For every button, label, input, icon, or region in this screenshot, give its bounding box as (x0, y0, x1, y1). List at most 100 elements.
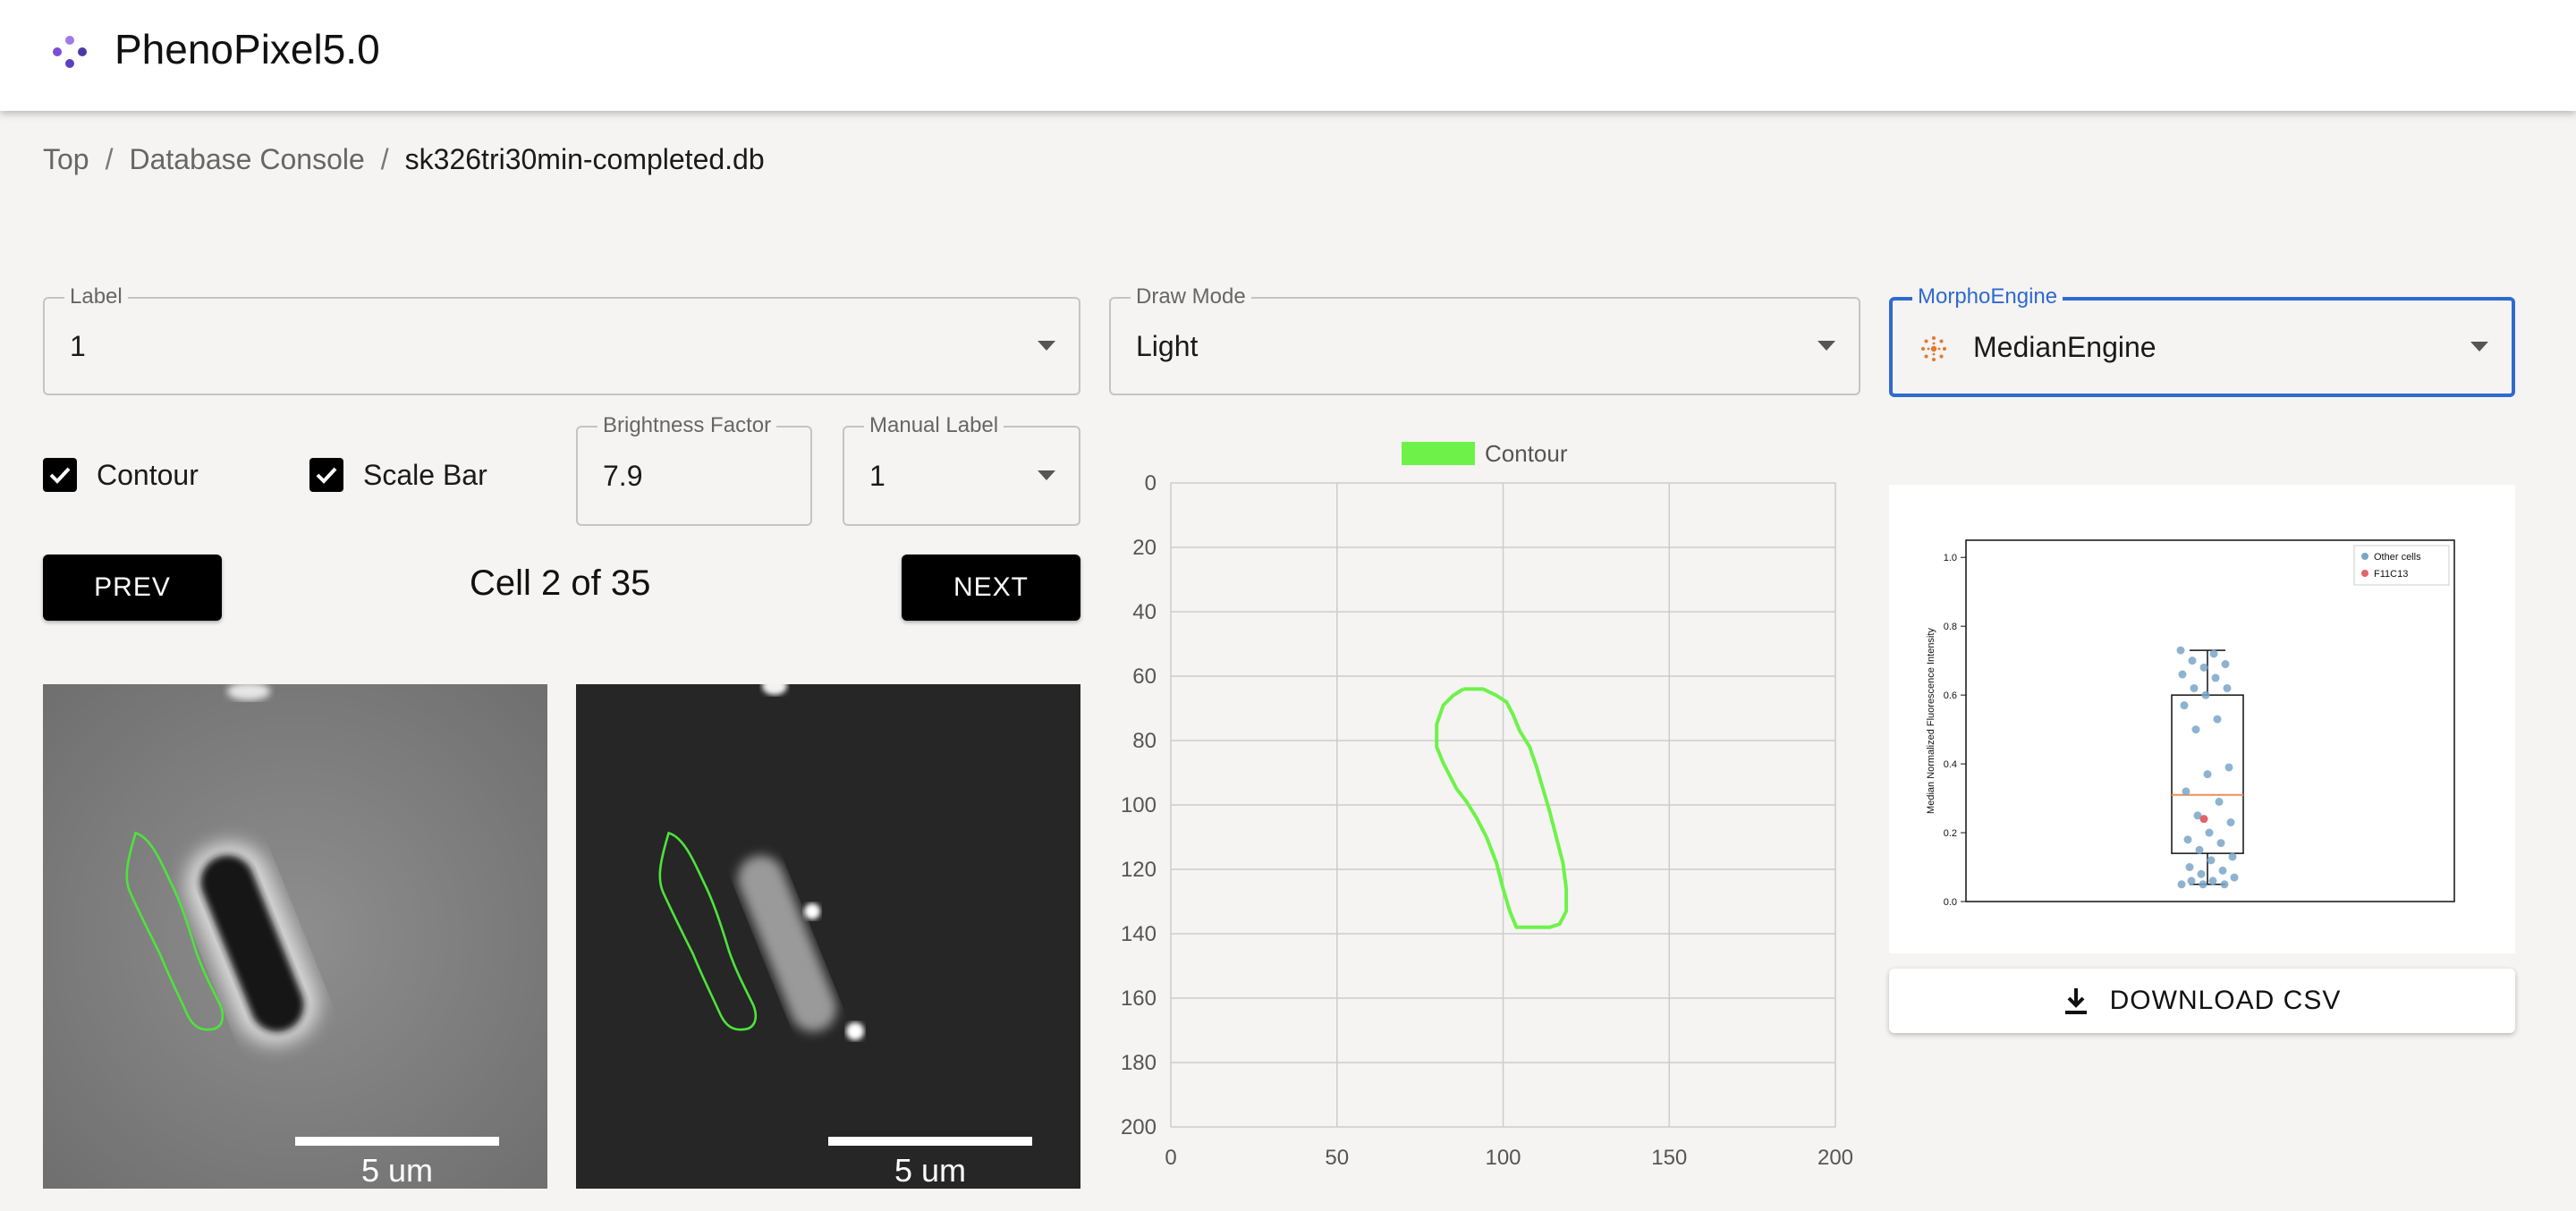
y-tick-label: 60 (1132, 665, 1157, 689)
data-point-other-cell (2203, 770, 2212, 779)
data-point-other-cell (2230, 873, 2239, 882)
download-icon (2064, 988, 2087, 1014)
chevron-down-icon (1038, 470, 1055, 480)
y-tick-label: 0.4 (1944, 759, 1957, 770)
data-point-other-cell (2177, 880, 2186, 889)
app-bar: PhenoPixel5.0 (0, 0, 2576, 111)
x-tick-label: 0 (1165, 1146, 1176, 1170)
brightness-factor-value[interactable]: 7.9 (603, 428, 642, 524)
data-point-other-cell (2176, 646, 2185, 655)
data-point-other-cell (2211, 673, 2220, 682)
data-point-other-cell (2209, 649, 2218, 658)
data-point-other-cell (2185, 863, 2194, 872)
data-point-other-cell (2215, 797, 2224, 806)
data-point-other-cell (2188, 656, 2197, 665)
x-tick-label: 100 (1485, 1146, 1521, 1170)
label-select[interactable]: Label 1 (43, 284, 1080, 395)
contour-checkbox-label: Contour (97, 458, 199, 491)
legend-swatch (1402, 442, 1475, 465)
breadcrumb-database-console[interactable]: Database Console (129, 143, 364, 176)
x-tick-label: 50 (1325, 1146, 1349, 1170)
chevron-down-icon (1818, 341, 1835, 351)
legend-label-other-cells: Other cells (2374, 552, 2421, 563)
manual-label-select[interactable]: Manual Label 1 (843, 413, 1080, 526)
download-csv-button[interactable]: DOWNLOAD CSV (1889, 969, 2515, 1033)
checkbox-checked-icon[interactable] (43, 458, 77, 492)
y-tick-label: 0.8 (1944, 622, 1957, 632)
brightness-factor-field[interactable]: Brightness Factor 7.9 (576, 413, 812, 526)
checkbox-checked-icon[interactable] (309, 458, 343, 492)
chevron-down-icon (1038, 341, 1055, 351)
data-point-other-cell (2205, 828, 2214, 837)
chevron-down-icon (2470, 342, 2488, 351)
phase-scale-label: 5 um (361, 1152, 433, 1189)
data-point-other-cell (2201, 690, 2210, 699)
scale-bar (295, 1137, 499, 1146)
data-point-other-cell (2220, 880, 2229, 889)
y-tick-label: 160 (1121, 987, 1157, 1011)
data-point-other-cell (2187, 876, 2196, 885)
data-point-other-cell (2226, 818, 2235, 827)
data-point-other-cell (2228, 852, 2237, 861)
y-tick-label: 140 (1121, 922, 1157, 946)
legend-label-highlight: F11C13 (2374, 569, 2408, 580)
data-point-other-cell (2207, 856, 2216, 865)
y-tick-label: 0.0 (1944, 897, 1957, 908)
fluorescence-image: 5 um (576, 684, 1080, 1189)
data-point-other-cell (2221, 660, 2230, 669)
draw-mode-select[interactable]: Draw Mode Light (1109, 284, 1860, 395)
y-tick-label: 0.2 (1944, 828, 1957, 839)
y-axis-label: Median Normalized Fluorescence Intensity (1926, 628, 1936, 814)
y-tick-label: 1.0 (1944, 553, 1957, 563)
data-point-other-cell (2224, 763, 2233, 772)
breadcrumb-separator: / (105, 143, 114, 175)
morpho-engine-select[interactable]: MorphoEngine MedianEngine (1889, 284, 2515, 397)
data-point-other-cell (2183, 835, 2192, 844)
y-tick-label: 100 (1121, 793, 1157, 817)
boxplot-legend: Other cells F11C13 (2353, 545, 2450, 586)
y-tick-label: 180 (1121, 1051, 1157, 1075)
y-tick-label: 0.6 (1944, 690, 1957, 701)
boxplot-chart: 0.0 0.2 0.4 0.6 0.8 1.0 Median Normalized Fluo… (1926, 539, 2455, 908)
data-point-other-cell (2180, 701, 2189, 710)
data-point-other-cell (2208, 876, 2217, 885)
data-point-other-cell (2216, 839, 2225, 848)
breadcrumb-top[interactable]: Top (43, 143, 89, 176)
data-point-other-cell (2223, 683, 2232, 692)
x-tick-label: 150 (1651, 1146, 1687, 1170)
engine-icon (1921, 336, 1946, 361)
next-button[interactable]: NEXT (902, 555, 1080, 621)
data-point-other-cell (2218, 866, 2227, 875)
y-tick-label: 40 (1132, 600, 1157, 624)
data-point-other-cell (2178, 670, 2187, 679)
app-title: PhenoPixel5.0 (114, 26, 380, 72)
scale-bar (828, 1137, 1032, 1146)
contour-chart: 0 50 100 150 200 0 20 40 60 80 100 120 140 160 180 200 C… (1121, 440, 1853, 1170)
contour-checkbox[interactable]: Contour (43, 458, 199, 492)
breadcrumb: Top / Database Console / sk326tri30min-c… (43, 143, 765, 176)
prev-button[interactable]: PREV (43, 555, 222, 621)
download-csv-label: DOWNLOAD CSV (2109, 986, 2342, 1015)
draw-mode-value: Light (1136, 329, 1199, 362)
data-point-highlight (2199, 815, 2208, 824)
data-point-other-cell (2199, 663, 2208, 672)
data-point-other-cell (2197, 869, 2206, 878)
manual-label-value: 1 (869, 459, 886, 492)
legend-label: Contour (1485, 440, 1568, 467)
y-tick-label: 20 (1132, 536, 1157, 560)
app-logo-icon (53, 36, 87, 68)
label-select-value: 1 (70, 329, 86, 362)
y-tick-label: 80 (1132, 729, 1157, 753)
morpho-engine-value: MedianEngine (1973, 330, 2157, 363)
legend-marker-highlight (2361, 570, 2368, 577)
data-point-other-cell (2199, 880, 2207, 889)
y-tick-label: 120 (1121, 858, 1157, 882)
data-point-other-cell (2191, 725, 2200, 734)
data-point-other-cell (2195, 845, 2204, 854)
y-tick-label: 0 (1145, 471, 1157, 495)
data-point-other-cell (2190, 683, 2199, 692)
cell-counter: Cell 2 of 35 (470, 563, 651, 603)
scale-bar-checkbox[interactable]: Scale Bar (309, 458, 487, 492)
boxplot-frame (1965, 539, 2455, 902)
legend-marker-other-cells (2361, 553, 2368, 560)
